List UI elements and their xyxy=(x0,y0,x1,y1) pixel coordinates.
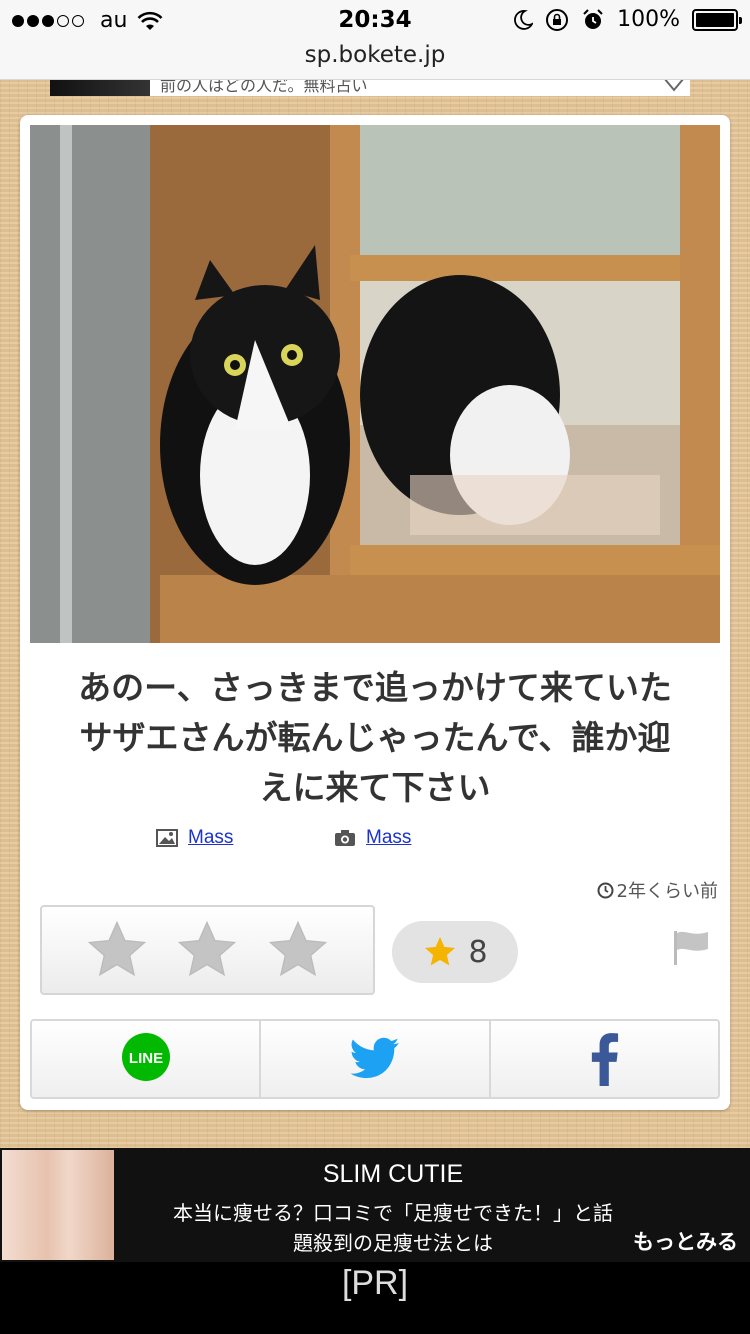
rate-star-3-button[interactable] xyxy=(265,917,331,983)
caption-line: えに来て下さい xyxy=(259,768,491,807)
report-flag-icon[interactable] xyxy=(670,927,712,967)
share-line-button[interactable]: LINE xyxy=(32,1021,262,1097)
cat-photo-image xyxy=(30,125,720,643)
ad-more-button[interactable]: もっとみる xyxy=(633,1226,738,1256)
line-icon: LINE xyxy=(121,1033,170,1081)
share-buttons: LINE xyxy=(30,1019,720,1099)
rate-star-2-button[interactable] xyxy=(174,917,240,983)
alarm-icon xyxy=(583,8,603,29)
star-count-badge: 8 xyxy=(392,921,518,983)
image-credit: Mass xyxy=(156,827,233,849)
time-ago-label: 2年くらい前 xyxy=(616,881,718,902)
address-bar[interactable]: sp.bokete.jp xyxy=(0,42,750,68)
posted-time: 2年くらい前 xyxy=(597,877,718,903)
camera-icon xyxy=(335,830,355,846)
battery-percent: 100% xyxy=(617,7,680,32)
pr-bar: [PR] xyxy=(0,1262,750,1334)
bottom-ad-banner[interactable]: SLIM CUTIE 本当に痩せる？口コミで「足痩せできた！」と話 題殺到の足痩… xyxy=(0,1148,750,1262)
share-twitter-button[interactable] xyxy=(261,1021,491,1097)
status-right: 100% xyxy=(513,7,742,32)
ad-image xyxy=(2,1150,114,1260)
battery-icon xyxy=(692,8,742,31)
post-photo[interactable] xyxy=(30,125,720,643)
twitter-icon xyxy=(350,1037,399,1079)
status-bar: au 20:34 100% sp.bokete.jp xyxy=(0,0,750,80)
star-count: 8 xyxy=(468,934,488,970)
ad-desc-line: 本当に痩せる？口コミで「足痩せできた！」と話 xyxy=(173,1201,613,1225)
ad-description: 本当に痩せる？口コミで「足痩せできた！」と話 題殺到の足痩せ法とは xyxy=(118,1198,668,1258)
ad-title: SLIM CUTIE xyxy=(322,1160,464,1188)
facebook-icon xyxy=(592,1033,619,1086)
line-label: LINE xyxy=(129,1050,163,1067)
star-icon xyxy=(425,937,456,966)
caption-line: あのー、さっきまで追っかけて来ていた xyxy=(78,668,672,707)
author-credit: Mass xyxy=(334,827,411,849)
author-link[interactable]: Mass xyxy=(366,827,411,849)
share-facebook-button[interactable] xyxy=(490,1021,718,1097)
rate-star-1-button[interactable] xyxy=(84,917,150,983)
ad-desc-line: 題殺到の足痩せ法とは xyxy=(293,1231,493,1255)
clock-icon xyxy=(597,882,614,898)
rotation-lock-icon xyxy=(546,8,569,31)
image-icon xyxy=(156,829,178,847)
moon-icon xyxy=(514,9,534,30)
rating-buttons xyxy=(40,905,375,995)
post-caption: あのー、さっきまで追っかけて来ていた サザエさんが転んじゃったんで、誰か迎 えに… xyxy=(50,663,700,813)
image-credit-link[interactable]: Mass xyxy=(188,827,233,849)
pr-label: [PR] xyxy=(341,1264,409,1302)
caption-line: サザエさんが転んじゃったんで、誰か迎 xyxy=(79,718,671,757)
post-card: あのー、さっきまで追っかけて来ていた サザエさんが転んじゃったんで、誰か迎 えに… xyxy=(20,115,730,1110)
